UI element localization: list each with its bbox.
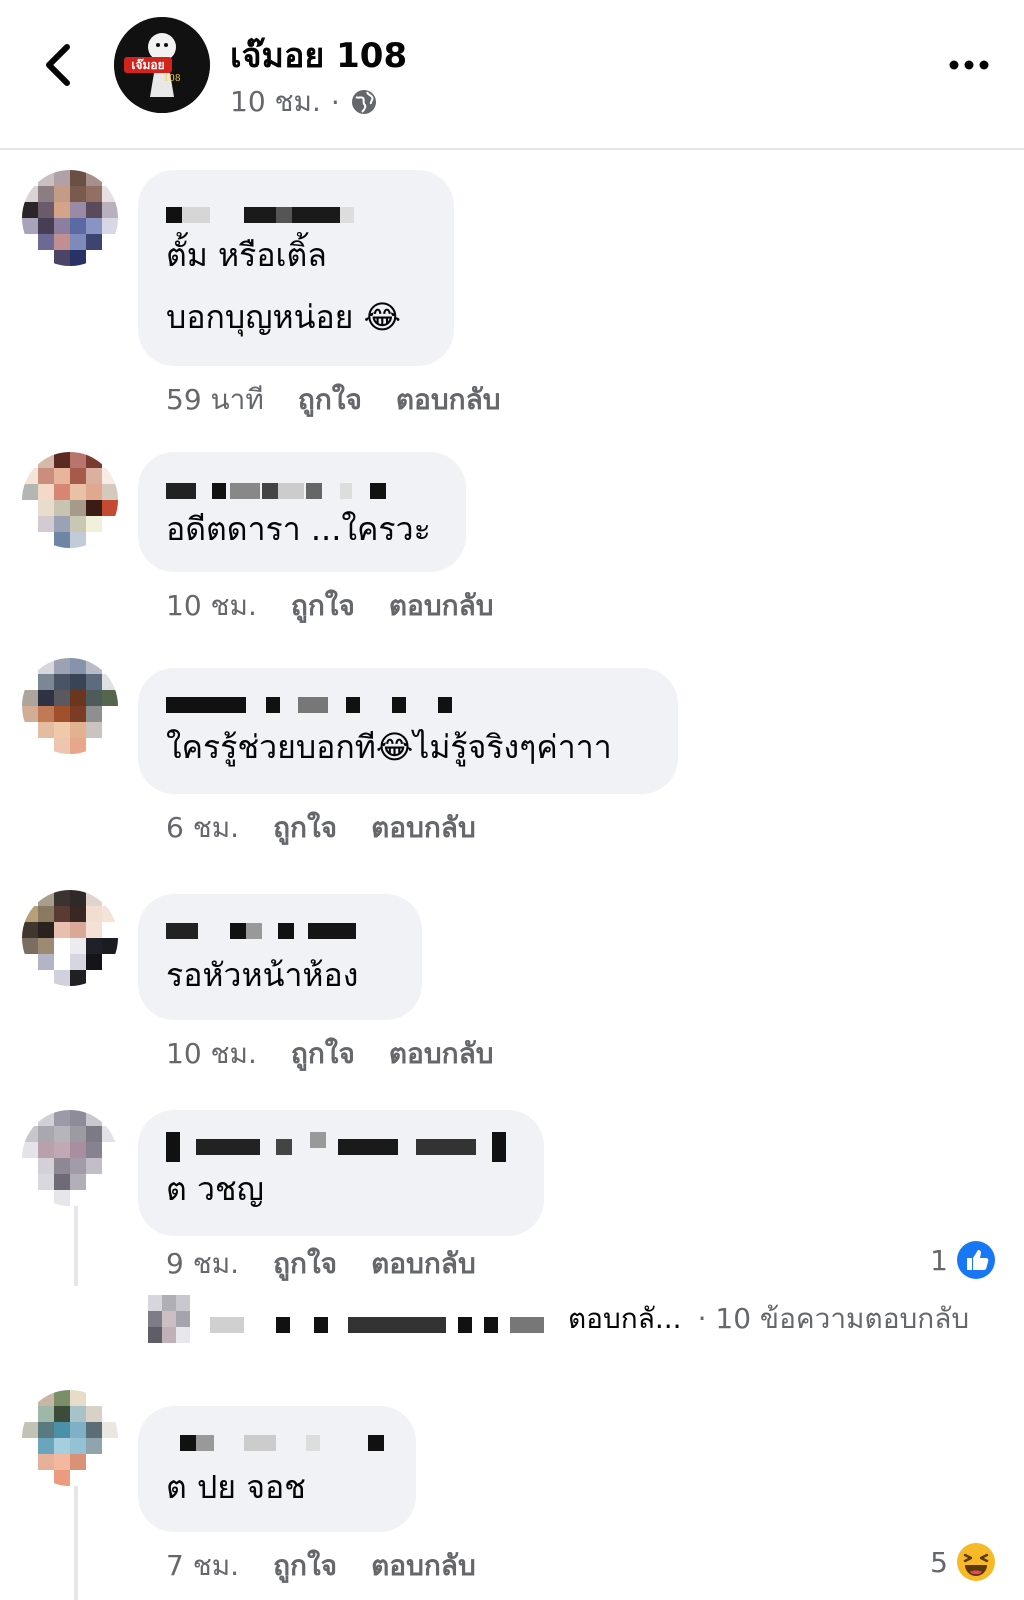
like-button[interactable]: ถูกใจ xyxy=(273,806,337,850)
reply-preview-text: ตอบกลั... xyxy=(568,1302,682,1335)
page-logo: เจ๊มอย 108 xyxy=(114,17,210,113)
meta-separator: · xyxy=(330,85,340,119)
svg-text:เจ๊มอย: เจ๊มอย xyxy=(131,58,164,72)
comment-text: ต ปย จอช xyxy=(166,1468,306,1506)
comment-actions: 59 นาที ถูกใจ ตอบกลับ xyxy=(166,378,501,422)
more-horizontal-icon xyxy=(949,60,989,70)
like-button[interactable]: ถูกใจ xyxy=(291,584,355,628)
chevron-left-icon xyxy=(46,44,70,86)
comment-actions: 9 ชม. ถูกใจ ตอบกลับ xyxy=(166,1242,476,1286)
comment-bubble[interactable]: รอหัวหน้าห้อง xyxy=(138,894,422,1020)
commenter-name-redacted xyxy=(166,1428,390,1454)
like-button[interactable]: ถูกใจ xyxy=(298,378,362,422)
comment-bubble[interactable]: อดีตดารา ...ใครวะ xyxy=(138,452,466,572)
comment-time: 10 ชม. xyxy=(166,589,257,622)
reply-avatar xyxy=(148,1295,192,1343)
page-avatar[interactable]: เจ๊มอย 108 xyxy=(114,17,210,113)
page-name[interactable]: เจ๊มอย 108 xyxy=(230,28,407,82)
like-button[interactable]: ถูกใจ xyxy=(291,1032,355,1076)
reply-thread-line xyxy=(74,1206,78,1286)
reaction-count: 1 xyxy=(930,1243,948,1277)
back-button[interactable] xyxy=(38,40,78,90)
comment-time: 6 ชม. xyxy=(166,811,240,844)
commenter-name-redacted xyxy=(166,200,428,226)
comment-bubble[interactable]: ต วชญ xyxy=(138,1110,544,1236)
comment-bubble[interactable]: ต ปย จอช xyxy=(138,1406,416,1532)
comment-bubble[interactable]: ใครรู้ช่วยบอกที😂ไม่รู้จริงๆค่าาา xyxy=(138,668,678,794)
reply-button[interactable]: ตอบกลับ xyxy=(371,1242,476,1286)
commenter-avatar[interactable] xyxy=(22,1110,118,1206)
like-button[interactable]: ถูกใจ xyxy=(273,1544,337,1588)
commenter-name-redacted xyxy=(166,1132,518,1162)
reply-button[interactable]: ตอบกลับ xyxy=(396,378,501,422)
reply-author-redacted xyxy=(210,1299,554,1339)
view-replies-row[interactable]: ตอบกลั... · 10 ข้อความตอบกลับ xyxy=(148,1292,998,1346)
comment-time: 10 ชม. xyxy=(166,1037,257,1070)
comment-text: ใครรู้ช่วยบอกที😂ไม่รู้จริงๆค่าาา xyxy=(166,728,612,766)
commenter-avatar[interactable] xyxy=(22,658,118,754)
commenter-avatar[interactable] xyxy=(22,1390,118,1486)
commenter-avatar[interactable] xyxy=(22,890,118,986)
reply-button[interactable]: ตอบกลับ xyxy=(371,806,476,850)
post-header: เจ๊มอย 108 เจ๊มอย 108 10 ชม. · xyxy=(0,0,1024,150)
commenter-avatar[interactable] xyxy=(22,170,118,266)
like-button[interactable]: ถูกใจ xyxy=(273,1242,337,1286)
svg-text:108: 108 xyxy=(163,74,180,84)
reaction-count: 5 xyxy=(930,1545,948,1579)
commenter-avatar[interactable] xyxy=(22,452,118,548)
comment-time: 7 ชม. xyxy=(166,1549,240,1582)
reply-thread-line xyxy=(74,1486,78,1600)
reply-count: · 10 ข้อความตอบกลับ xyxy=(697,1302,970,1335)
commenter-name-redacted xyxy=(166,690,652,716)
comment-actions: 10 ชม. ถูกใจ ตอบกลับ xyxy=(166,584,494,628)
reaction-summary[interactable]: 1 xyxy=(930,1240,996,1280)
reaction-summary[interactable]: 5 xyxy=(930,1542,996,1582)
commenter-name-redacted xyxy=(166,476,440,502)
comment-actions: 7 ชม. ถูกใจ ตอบกลับ xyxy=(166,1544,476,1588)
post-time: 10 ชม. xyxy=(230,85,321,118)
comment-text: รอหัวหน้าห้อง xyxy=(166,956,359,994)
comment-text: อดีตดารา ...ใครวะ xyxy=(166,510,431,548)
comment-text: ต วชญ xyxy=(166,1170,264,1208)
post-meta: 10 ชม. · xyxy=(230,80,378,124)
comment-bubble[interactable]: ตั้ม หรือเติ้ล บอกบุญหน่อย 😂 xyxy=(138,170,454,366)
globe-icon xyxy=(351,90,376,114)
comment-actions: 10 ชม. ถูกใจ ตอบกลับ xyxy=(166,1032,494,1076)
comment-time: 59 นาที xyxy=(166,383,264,416)
more-options-button[interactable] xyxy=(944,48,994,82)
comment-actions: 6 ชม. ถูกใจ ตอบกลับ xyxy=(166,806,476,850)
comment-text: ตั้ม หรือเติ้ล บอกบุญหน่อย 😂 xyxy=(166,236,401,336)
commenter-name-redacted xyxy=(166,916,396,942)
comment-time: 9 ชม. xyxy=(166,1247,240,1280)
reply-button[interactable]: ตอบกลับ xyxy=(389,1032,494,1076)
like-reaction-icon xyxy=(957,1241,995,1279)
reply-button[interactable]: ตอบกลับ xyxy=(389,584,494,628)
reply-button[interactable]: ตอบกลับ xyxy=(371,1544,476,1588)
haha-reaction-icon xyxy=(957,1543,995,1581)
